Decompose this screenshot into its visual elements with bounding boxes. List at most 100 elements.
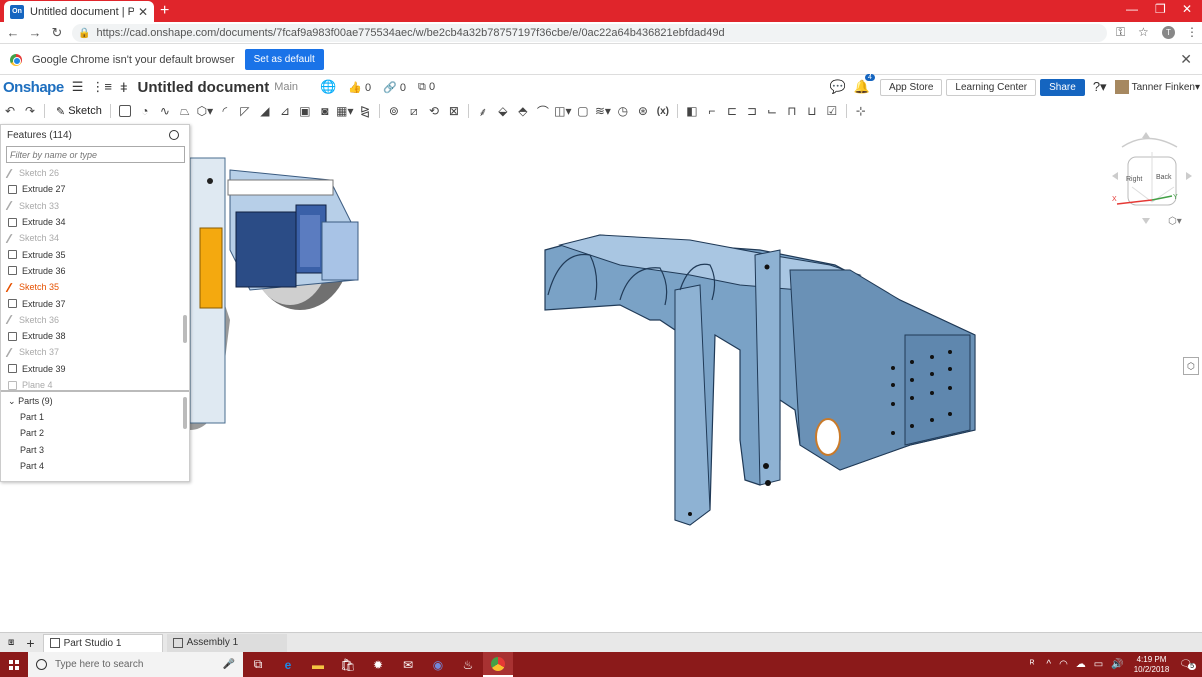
feature-list-scrollbar[interactable] xyxy=(183,315,187,343)
feature-item[interactable]: Extrude 38 xyxy=(1,328,189,344)
draft-icon[interactable]: ◢ xyxy=(255,101,275,121)
bookmark-star-icon[interactable]: ☆ xyxy=(1138,25,1149,39)
mate-connector-icon[interactable]: ▢ xyxy=(573,101,593,121)
rollback-timer-icon[interactable] xyxy=(169,130,179,140)
plane-icon[interactable]: ◫▾ xyxy=(553,101,573,121)
reload-icon[interactable]: ↻ xyxy=(46,25,68,41)
measure-icon[interactable]: ◷ xyxy=(613,101,633,121)
steam-icon[interactable]: ♨ xyxy=(453,652,483,677)
modify-fillet-icon[interactable]: ⸙ xyxy=(473,101,493,121)
feature-item[interactable]: Extrude 36 xyxy=(1,263,189,279)
pattern-icon[interactable]: ▦▾ xyxy=(335,101,355,121)
feature-list-icon[interactable]: ⋮≡ xyxy=(91,79,112,95)
insert-element-icon[interactable]: + xyxy=(22,634,38,652)
edge-icon[interactable]: e xyxy=(273,652,303,677)
feature-item[interactable]: Extrude 35 xyxy=(1,246,189,262)
microphone-icon[interactable]: 🎤 xyxy=(223,659,235,670)
discord-icon[interactable]: ◉ xyxy=(423,652,453,677)
parts-list-scrollbar[interactable] xyxy=(183,397,187,429)
rib-icon[interactable]: ⊿ xyxy=(275,101,295,121)
feature-item[interactable]: Sketch 37 xyxy=(1,344,189,360)
move-face-icon[interactable]: ⬙ xyxy=(493,101,513,121)
help-icon[interactable]: ?▾ xyxy=(1093,79,1107,95)
app-store-button[interactable]: App Store xyxy=(879,78,943,96)
loft-icon[interactable]: ⏢ xyxy=(175,101,195,121)
set-default-button[interactable]: Set as default xyxy=(244,49,324,70)
fillet-icon[interactable]: ◜ xyxy=(215,101,235,121)
chrome-taskbar-icon[interactable] xyxy=(483,652,513,677)
learning-center-button[interactable]: Learning Center xyxy=(946,78,1037,96)
parts-header[interactable]: ⌄ Parts (9) xyxy=(8,396,53,407)
finish-sheet-metal-icon[interactable]: ☑ xyxy=(822,101,842,121)
taskbar-search[interactable]: Type here to search 🎤 xyxy=(28,652,243,677)
variables-icon[interactable]: ǂ xyxy=(120,80,128,95)
url-field[interactable]: 🔒 https://cad.onshape.com/documents/7fca… xyxy=(72,24,1107,42)
offset-surface-icon[interactable]: ⌒ xyxy=(533,101,553,121)
chamfer-icon[interactable]: ◸ xyxy=(235,101,255,121)
notifications-icon[interactable]: 🔔 4 xyxy=(854,74,875,95)
panel-splitter[interactable] xyxy=(1,390,189,392)
replace-face-icon[interactable]: ⬘ xyxy=(513,101,533,121)
bracket-model[interactable] xyxy=(544,234,976,526)
start-button[interactable] xyxy=(0,659,28,670)
globe-icon[interactable]: 🌐 xyxy=(320,79,336,95)
bend-icon[interactable]: ⊐ xyxy=(742,101,762,121)
hole-icon[interactable]: ◙ xyxy=(315,101,335,121)
flange-icon[interactable]: ⌐ xyxy=(702,101,722,121)
key-icon[interactable]: ⚿ xyxy=(1116,25,1125,40)
corner-icon[interactable]: ⌙ xyxy=(762,101,782,121)
settings-app-icon[interactable]: ✹ xyxy=(363,652,393,677)
task-view-icon[interactable]: ⧉ xyxy=(243,652,273,677)
minimize-icon[interactable]: — xyxy=(1126,2,1138,16)
cloud-icon[interactable]: ☁ xyxy=(1076,659,1086,670)
section-view-icon[interactable]: ⊛ xyxy=(633,101,653,121)
part-item[interactable]: Part 3 xyxy=(20,442,44,458)
feature-item[interactable]: Extrude 34 xyxy=(1,214,189,230)
thicken-icon[interactable]: ⬡▾ xyxy=(195,101,215,121)
delete-part-icon[interactable]: ⊠ xyxy=(444,101,464,121)
window-close-icon[interactable]: ✕ xyxy=(1182,2,1192,16)
action-center-icon[interactable]: 🗨 5 xyxy=(1179,659,1196,670)
store-icon[interactable]: 🛍 xyxy=(333,652,363,677)
onshape-logo[interactable]: Onshape xyxy=(3,79,64,96)
clock[interactable]: 4:19 PM 10/2/2018 xyxy=(1134,655,1170,675)
document-title[interactable]: Untitled document xyxy=(138,79,270,96)
extrude-icon[interactable] xyxy=(115,101,135,121)
links-count[interactable]: 🔗 0 xyxy=(383,81,406,94)
feature-item-active[interactable]: Sketch 35 xyxy=(1,279,189,295)
feature-item[interactable]: Sketch 33 xyxy=(1,198,189,214)
joint-icon[interactable]: ⊓ xyxy=(782,101,802,121)
feature-item[interactable]: Extrude 27 xyxy=(1,181,189,197)
comment-icon[interactable]: 💬 xyxy=(830,79,846,95)
revolve-icon[interactable]: ◔ xyxy=(135,101,155,121)
left-assembly-model[interactable] xyxy=(189,157,359,430)
variable-icon[interactable]: (x) xyxy=(653,101,673,121)
shell-icon[interactable]: ▣ xyxy=(295,101,315,121)
part-item[interactable]: Part 4 xyxy=(20,458,44,474)
feature-item[interactable]: Extrude 39 xyxy=(1,361,189,377)
browser-tab[interactable]: On Untitled document | Part Studio 1 ✕ xyxy=(4,1,154,22)
feature-item[interactable]: Sketch 34 xyxy=(1,230,189,246)
restore-icon[interactable]: ❐ xyxy=(1155,2,1166,16)
mail-icon[interactable]: ✉ xyxy=(393,652,423,677)
volume-icon[interactable]: 🔊 xyxy=(1111,659,1123,670)
view-options-icon[interactable]: ⬡▾ xyxy=(1168,216,1182,227)
helix-icon[interactable]: ≋▾ xyxy=(593,101,613,121)
tab-close-icon[interactable]: ✕ xyxy=(138,5,148,19)
feature-item[interactable]: Extrude 37 xyxy=(1,295,189,311)
show-hidden-icons[interactable]: ^ xyxy=(1046,659,1051,670)
people-icon[interactable]: ᴿ xyxy=(1030,659,1035,670)
hamburger-menu-icon[interactable]: ☰ xyxy=(72,79,84,95)
infobar-close-icon[interactable]: ✕ xyxy=(1180,51,1192,68)
chrome-menu-icon[interactable]: ⋮ xyxy=(1186,25,1198,39)
feature-filter-input[interactable] xyxy=(6,146,185,163)
boolean-icon[interactable]: ⊚ xyxy=(384,101,404,121)
share-button[interactable]: Share xyxy=(1040,78,1085,96)
add-custom-feature-icon[interactable]: ⊹ xyxy=(851,101,871,121)
view-cube[interactable]: Right Back X Y ⬡▾ xyxy=(1112,132,1192,235)
copies-count[interactable]: ⧉ 0 xyxy=(418,81,435,94)
feature-item[interactable]: Sketch 36 xyxy=(1,312,189,328)
wifi-icon[interactable]: ◠ xyxy=(1059,659,1068,670)
back-arrow-icon[interactable]: ← xyxy=(2,25,24,40)
split-icon[interactable]: ⧄ xyxy=(404,101,424,121)
